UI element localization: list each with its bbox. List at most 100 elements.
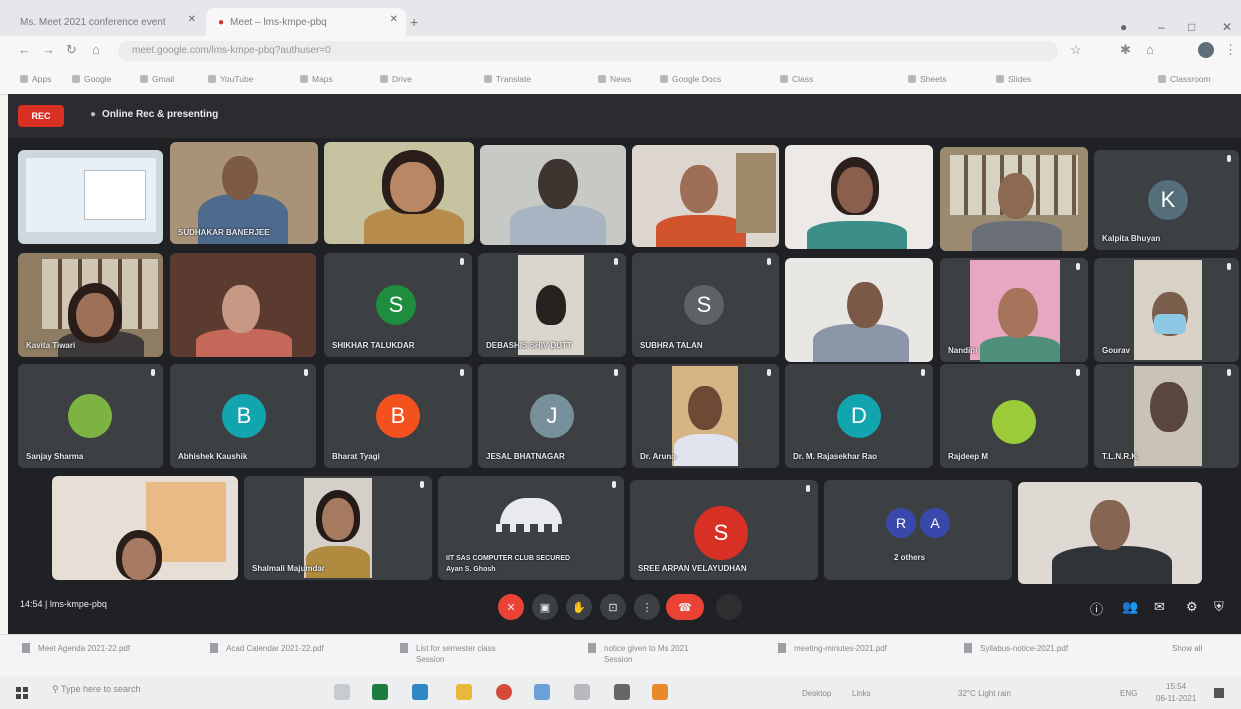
avatar[interactable] (1198, 42, 1214, 58)
bookmark-item[interactable]: Maps (300, 74, 333, 84)
participant-tile[interactable] (480, 145, 626, 245)
home-icon[interactable]: ⌂ (92, 42, 100, 57)
tray-item[interactable]: Links (852, 689, 871, 698)
mic-off-button[interactable]: ✕ (498, 594, 524, 620)
bookmark-item[interactable]: News (598, 74, 631, 84)
clock-date[interactable]: 06-11-2021 (1156, 694, 1196, 703)
participant-tile[interactable]: S SHIKHAR TALUKDAR (324, 253, 472, 357)
bookmark-item[interactable]: Apps (20, 74, 51, 84)
file-explorer-icon[interactable] (456, 684, 472, 700)
clock-time[interactable]: 15:54 (1166, 682, 1186, 691)
edge-icon[interactable] (412, 684, 428, 700)
browser-tab[interactable]: Ms. Meet 2021 conference event ✕ (8, 8, 204, 36)
close-window-icon[interactable]: ✕ (1222, 20, 1232, 34)
bookmark-star-icon[interactable]: ☆ (1070, 42, 1082, 58)
participant-tile[interactable] (940, 147, 1088, 251)
video-person (222, 156, 258, 200)
participant-tile[interactable]: B Abhishek Kaushik (170, 364, 316, 468)
participant-tile[interactable]: Kavita Tiwari (18, 253, 163, 357)
participant-tile[interactable]: D Dr. M. Rajasekhar Rao (785, 364, 933, 468)
participant-tile[interactable] (52, 476, 238, 580)
task-view-icon[interactable] (334, 684, 350, 700)
participant-tile[interactable]: K Kalpita Bhuyan (1094, 150, 1239, 250)
extensions-icon[interactable]: ✱ (1120, 42, 1131, 58)
bookmark-item[interactable]: Slides (996, 74, 1031, 84)
minimize-icon[interactable]: – (1158, 20, 1165, 34)
participant-tile-group[interactable]: R A 2 others (824, 480, 1012, 580)
lock-icon[interactable]: ⌂ (1146, 42, 1154, 57)
participant-tile[interactable]: S SREE ARPAN VELAYUDHAN (630, 480, 818, 580)
bookmark-item[interactable]: Gmail (140, 74, 174, 84)
participant-tile[interactable]: B Bharat Tyagi (324, 364, 472, 468)
download-item[interactable]: List for semester class Session (400, 643, 496, 665)
app-icon[interactable] (574, 684, 590, 700)
bookmark-item[interactable]: Class (780, 74, 813, 84)
browser-tab-active[interactable]: ● Meet – lms-kmpe-pbq ✕ (206, 8, 406, 36)
app-icon[interactable] (534, 684, 550, 700)
participant-tile[interactable]: J JESAL BHATNAGAR (478, 364, 626, 468)
activities-icon[interactable]: ⚙ (1186, 599, 1198, 615)
bookmark-item[interactable]: Google (72, 74, 111, 84)
host-controls-icon[interactable]: ⛨ (1214, 599, 1224, 615)
info-icon[interactable]: ⓘ (1090, 599, 1103, 618)
address-bar[interactable]: meet.google.com/lms-kmpe-pbq?authuser=0 (118, 41, 1058, 61)
participant-tile[interactable] (632, 145, 779, 247)
bookmark-item[interactable]: Sheets (908, 74, 946, 84)
camera-off-button[interactable]: ▣ (532, 594, 558, 620)
participant-tile[interactable]: Gourav (1094, 258, 1239, 362)
close-tab-icon[interactable]: ✕ (390, 14, 398, 25)
taskbar-search[interactable]: ⚲ Type here to search (52, 684, 140, 695)
more-options-button[interactable]: ⋮ (634, 594, 660, 620)
weather-widget[interactable]: 32°C Light rain (958, 689, 1011, 698)
participant-tile[interactable]: Dr. Aruna (632, 364, 779, 468)
chat-icon[interactable]: ✉ (1154, 599, 1165, 615)
chrome-icon[interactable] (496, 684, 512, 700)
download-item[interactable]: Acad Calendar 2021-22.pdf (210, 643, 324, 654)
profile-icon[interactable]: ● (1120, 20, 1127, 34)
present-button[interactable]: ⊡ (600, 594, 626, 620)
participant-tile[interactable]: DEBASHIS SHIV DUTT (478, 253, 626, 357)
participant-tile[interactable]: IIT SAS COMPUTER CLUB SECURED Ayan S. Gh… (438, 476, 624, 580)
bookmark-item[interactable]: Translate (484, 74, 531, 84)
language-indicator[interactable]: ENG (1120, 689, 1137, 698)
participant-tile[interactable]: Rajdeep M (940, 364, 1088, 468)
show-all-downloads[interactable]: Show all (1172, 643, 1202, 654)
participant-tile[interactable]: SUDHAKAR BANERJEE (170, 142, 318, 244)
close-tab-icon[interactable]: ✕ (188, 14, 196, 25)
captions-button[interactable] (716, 594, 742, 620)
app-icon[interactable] (652, 684, 668, 700)
participant-tile[interactable] (785, 258, 933, 362)
participant-tile[interactable] (18, 150, 163, 244)
bookmark-item[interactable]: Google Docs (660, 74, 721, 84)
participant-tile[interactable]: S SUBHRA TALAN (632, 253, 779, 357)
excel-icon[interactable] (372, 684, 388, 700)
app-icon[interactable] (614, 684, 630, 700)
download-item[interactable]: Meet Agenda 2021-22.pdf (22, 643, 130, 654)
maximize-icon[interactable]: □ (1188, 20, 1195, 34)
participant-tile[interactable]: Sanjay Sharma (18, 364, 163, 468)
participant-tile[interactable]: T.L.N.R.K. (1094, 364, 1239, 468)
reload-icon[interactable]: ↻ (66, 42, 77, 58)
participant-tile[interactable] (170, 253, 316, 357)
notifications-icon[interactable] (1214, 688, 1224, 698)
menu-icon[interactable]: ⋮ (1224, 42, 1237, 58)
bookmark-item[interactable]: Classroom (1158, 74, 1211, 84)
participant-tile[interactable]: Nandini (940, 258, 1088, 362)
tray-item[interactable]: Desktop (802, 689, 831, 698)
bookmark-item[interactable]: Drive (380, 74, 412, 84)
leave-call-button[interactable]: ☎ (666, 594, 704, 620)
participant-tile[interactable]: Shalmali Majumdar (244, 476, 432, 580)
people-icon[interactable]: 👥 (1122, 599, 1138, 615)
windows-start-icon[interactable] (16, 686, 28, 699)
participant-tile[interactable] (785, 145, 933, 249)
forward-icon[interactable]: → (42, 42, 55, 57)
back-icon[interactable]: ← (18, 42, 31, 57)
download-item[interactable]: meeting-minutes-2021.pdf (778, 643, 887, 654)
bookmark-item[interactable]: YouTube (208, 74, 253, 84)
download-item[interactable]: Syllabus-notice-2021.pdf (964, 643, 1068, 654)
participant-tile[interactable] (1018, 482, 1202, 584)
new-tab-icon[interactable]: + (410, 14, 418, 30)
participant-tile[interactable] (324, 142, 474, 244)
raise-hand-button[interactable]: ✋ (566, 594, 592, 620)
download-item[interactable]: notice given to Ms 2021 Session (588, 643, 689, 665)
